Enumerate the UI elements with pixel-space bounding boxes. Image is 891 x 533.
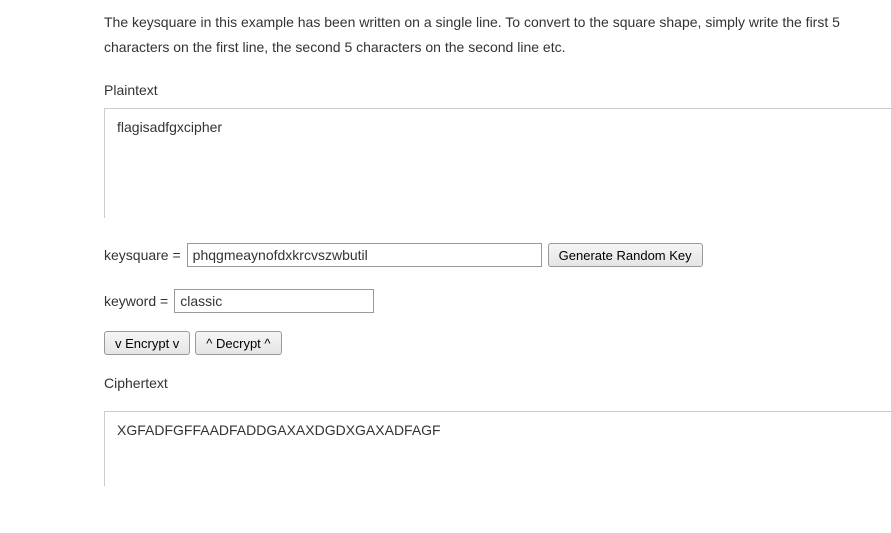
- ciphertext-label: Ciphertext: [104, 375, 891, 391]
- intro-paragraph: The keysquare in this example has been w…: [104, 10, 891, 60]
- keysquare-label: keysquare =: [104, 247, 181, 263]
- keysquare-input[interactable]: [187, 243, 542, 267]
- decrypt-button[interactable]: ^ Decrypt ^: [195, 331, 281, 355]
- keyword-label: keyword =: [104, 293, 168, 309]
- keyword-input[interactable]: [174, 289, 374, 313]
- ciphertext-output[interactable]: [104, 411, 891, 486]
- generate-random-key-button[interactable]: Generate Random Key: [548, 243, 703, 267]
- encrypt-button[interactable]: v Encrypt v: [104, 331, 190, 355]
- plaintext-input[interactable]: [104, 108, 891, 218]
- plaintext-label: Plaintext: [104, 82, 891, 98]
